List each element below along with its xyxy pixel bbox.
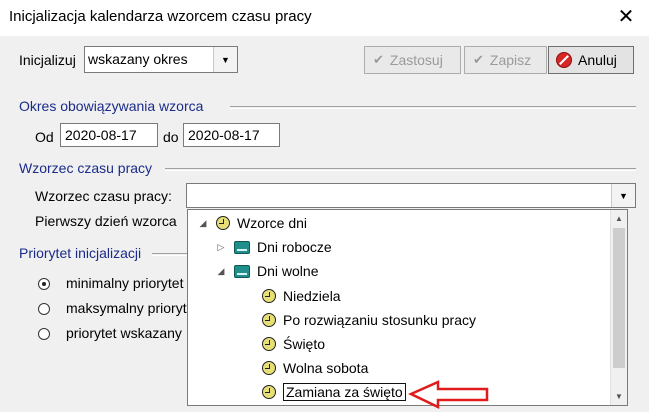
pattern-section-title: Wzorzec czasu pracy (19, 160, 153, 176)
tree-scrollbar[interactable]: ▲ ▼ (610, 210, 627, 405)
cancel-icon (556, 52, 572, 68)
collapsed-arrow-icon[interactable]: ▷ (214, 242, 228, 253)
scroll-thumb[interactable] (613, 228, 625, 368)
date-from-field[interactable]: 2020-08-17 (60, 123, 158, 147)
expanded-arrow-icon[interactable]: ◢ (214, 266, 228, 277)
init-select[interactable]: wskazany okres ▼ (84, 46, 238, 73)
radio-custom-priority-label: priorytet wskazany (66, 325, 182, 341)
tree-item-label: Dni wolne (257, 263, 319, 279)
window-title: Inicjalizacja kalendarza wzorcem czasu p… (9, 8, 312, 25)
checkmark-icon: ✔ (373, 52, 384, 67)
close-icon[interactable]: ✕ (613, 3, 639, 31)
chevron-down-icon[interactable]: ▼ (611, 184, 635, 207)
radio-max-priority-label: maksymalny priorytet (66, 300, 199, 316)
radio-min-priority-label: minimalny priorytet (66, 275, 184, 291)
init-label: Inicjalizuj (19, 52, 76, 68)
scroll-up-icon[interactable]: ▲ (611, 210, 627, 227)
priority-section-title: Priorytet inicjalizacji (19, 245, 142, 261)
clock-icon (262, 313, 276, 327)
tree-item-label: Wzorce dni (237, 215, 308, 231)
radio-custom-priority[interactable] (38, 328, 50, 340)
date-to-value: 2020-08-17 (188, 127, 260, 143)
tree-item-dni-wolne[interactable]: ◢ Dni wolne (214, 260, 319, 282)
radio-max-priority[interactable] (38, 303, 50, 315)
book-icon (234, 264, 250, 278)
tree-item-swieto[interactable]: Święto (262, 333, 325, 355)
tree-item-label: Dni robocze (257, 239, 332, 255)
radio-min-priority[interactable] (38, 278, 50, 290)
pattern-tree-dropdown[interactable]: ◢ Wzorce dni ▷ Dni robocze ◢ Dni wolne N… (187, 209, 628, 406)
save-button-label: Zapisz (489, 52, 532, 68)
pattern-select[interactable]: ▼ (186, 183, 636, 208)
expanded-arrow-icon[interactable]: ◢ (196, 218, 210, 229)
annotation-arrow-icon (408, 380, 489, 409)
clock-icon (262, 337, 276, 351)
section-divider (165, 168, 636, 171)
init-select-value: wskazany okres (88, 51, 188, 67)
clock-icon (262, 385, 276, 399)
date-from-value: 2020-08-17 (65, 127, 137, 143)
tree-item-label: Zamiana za święto (283, 383, 406, 401)
cancel-button[interactable]: Anuluj (548, 46, 634, 74)
cancel-button-label: Anuluj (578, 52, 617, 68)
clock-icon (262, 289, 276, 303)
tree-item-label: Po rozwiązaniu stosunku pracy (283, 312, 476, 328)
tree-item-label: Święto (283, 336, 326, 352)
clock-icon (216, 216, 230, 230)
apply-button-label: Zastosuj (389, 52, 443, 68)
save-button[interactable]: ✔ Zapisz (464, 46, 547, 74)
tree-item-label: Wolna sobota (283, 360, 369, 376)
tree-item-wzorce-dni[interactable]: ◢ Wzorce dni (196, 212, 308, 234)
to-label: do (163, 129, 179, 145)
scroll-down-icon[interactable]: ▼ (611, 388, 627, 405)
tree-item-po-rozwiazaniu[interactable]: Po rozwiązaniu stosunku pracy (262, 309, 476, 331)
title-bar: Inicjalizacja kalendarza wzorcem czasu p… (0, 0, 649, 36)
tree-item-label: Niedziela (283, 288, 341, 304)
date-to-field[interactable]: 2020-08-17 (183, 123, 280, 147)
tree-item-dni-robocze[interactable]: ▷ Dni robocze (214, 236, 332, 258)
first-day-label: Pierwszy dzień wzorca (35, 213, 177, 229)
tree-item-wolna-sobota[interactable]: Wolna sobota (262, 357, 368, 379)
checkmark-icon: ✔ (473, 52, 484, 67)
period-section-title: Okres obowiązywania wzorca (19, 98, 204, 114)
apply-button[interactable]: ✔ Zastosuj (364, 46, 461, 74)
chevron-down-icon[interactable]: ▼ (213, 47, 237, 72)
tree-item-zamiana-za-swieto[interactable]: Zamiana za święto (262, 381, 406, 403)
tree-item-niedziela[interactable]: Niedziela (262, 285, 341, 307)
from-label: Od (35, 129, 54, 145)
clock-icon (262, 361, 276, 375)
section-divider (230, 106, 636, 109)
book-icon (234, 240, 250, 254)
section-divider (152, 253, 192, 256)
pattern-label: Wzorzec czasu pracy: (35, 188, 172, 204)
